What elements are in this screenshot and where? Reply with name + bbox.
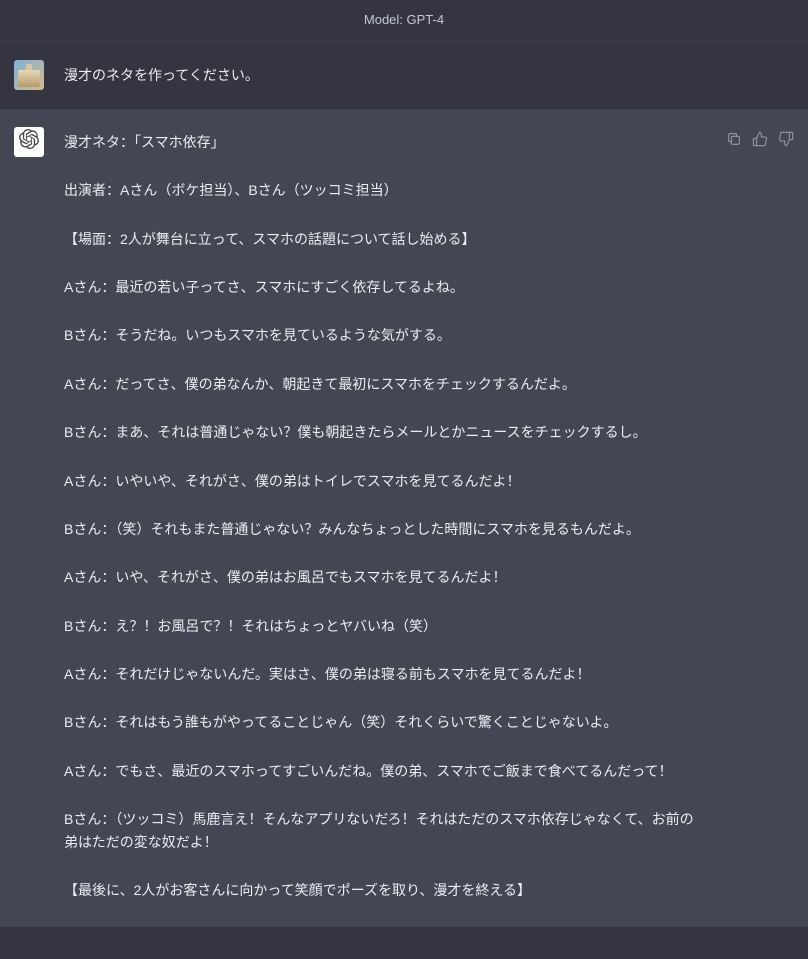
message-actions [726,127,794,147]
model-label: Model: GPT-4 [364,12,444,27]
assistant-paragraph: Bさん：（ツッコミ）馬鹿言え！そんなアプリないだろ！それはただのスマホ依存じゃな… [64,808,696,853]
assistant-paragraph: Bさん：まあ、それは普通じゃない？僕も朝起きたらメールとかニュースをチェックする… [64,421,696,443]
assistant-turn: 漫才ネタ：「スマホ依存」出演者：Aさん（ボケ担当）、Bさん（ツッコミ担当） 【場面… [0,109,808,928]
user-avatar [14,60,44,90]
assistant-paragraph: Bさん：（笑）それもまた普通じゃない？みんなちょっとした時間にスマホを見るもんだ… [64,518,696,540]
assistant-paragraph: Aさん：最近の若い子ってさ、スマホにすごく依存してるよね。 [64,276,696,298]
assistant-paragraph: 出演者：Aさん（ボケ担当）、Bさん（ツッコミ担当） [64,179,696,201]
assistant-paragraph: Aさん：でもさ、最近のスマホってすごいんだね。僕の弟、スマホでご飯まで食べてるん… [64,760,696,782]
thumbs-up-icon[interactable] [752,131,768,147]
assistant-paragraph: 漫才ネタ：「スマホ依存」 [64,131,696,153]
assistant-paragraph: Aさん：いや、それがさ、僕の弟はお風呂でもスマホを見てるんだよ！ [64,566,696,588]
assistant-avatar [14,127,44,157]
assistant-paragraph: Bさん：そうだね。いつもスマホを見ているような気がする。 [64,324,696,346]
assistant-paragraph: Aさん：それだけじゃないんだ。実はさ、僕の弟は寝る前もスマホを見てるんだよ！ [64,663,696,685]
copy-icon[interactable] [726,131,742,147]
user-turn: 漫才のネタを作ってください。 [0,42,808,109]
assistant-paragraph: Bさん：え？！お風呂で？！それはちょっとヤバいね（笑） [64,615,696,637]
assistant-paragraph: Aさん：だってさ、僕の弟なんか、朝起きて最初にスマホをチェックするんだよ。 [64,373,696,395]
thumbs-down-icon[interactable] [778,131,794,147]
user-message: 漫才のネタを作ってください。 [64,60,794,86]
user-message-text: 漫才のネタを作ってください。 [64,67,259,83]
assistant-paragraph: 【最後に、2人がお客さんに向かって笑顔でポーズを取り、漫才を終える】 [64,879,696,901]
assistant-paragraph: Bさん：それはもう誰もがやってることじゃん（笑）それくらいで驚くことじゃないよ。 [64,711,696,733]
assistant-paragraph: Aさん：いやいや、それがさ、僕の弟はトイレでスマホを見てるんだよ！ [64,470,696,492]
model-header: Model: GPT-4 [0,0,808,42]
assistant-message: 漫才ネタ：「スマホ依存」出演者：Aさん（ボケ担当）、Bさん（ツッコミ担当） 【場面… [64,127,706,910]
assistant-paragraph: 【場面：2人が舞台に立って、スマホの話題について話し始める】 [64,228,696,250]
openai-icon [19,129,39,155]
